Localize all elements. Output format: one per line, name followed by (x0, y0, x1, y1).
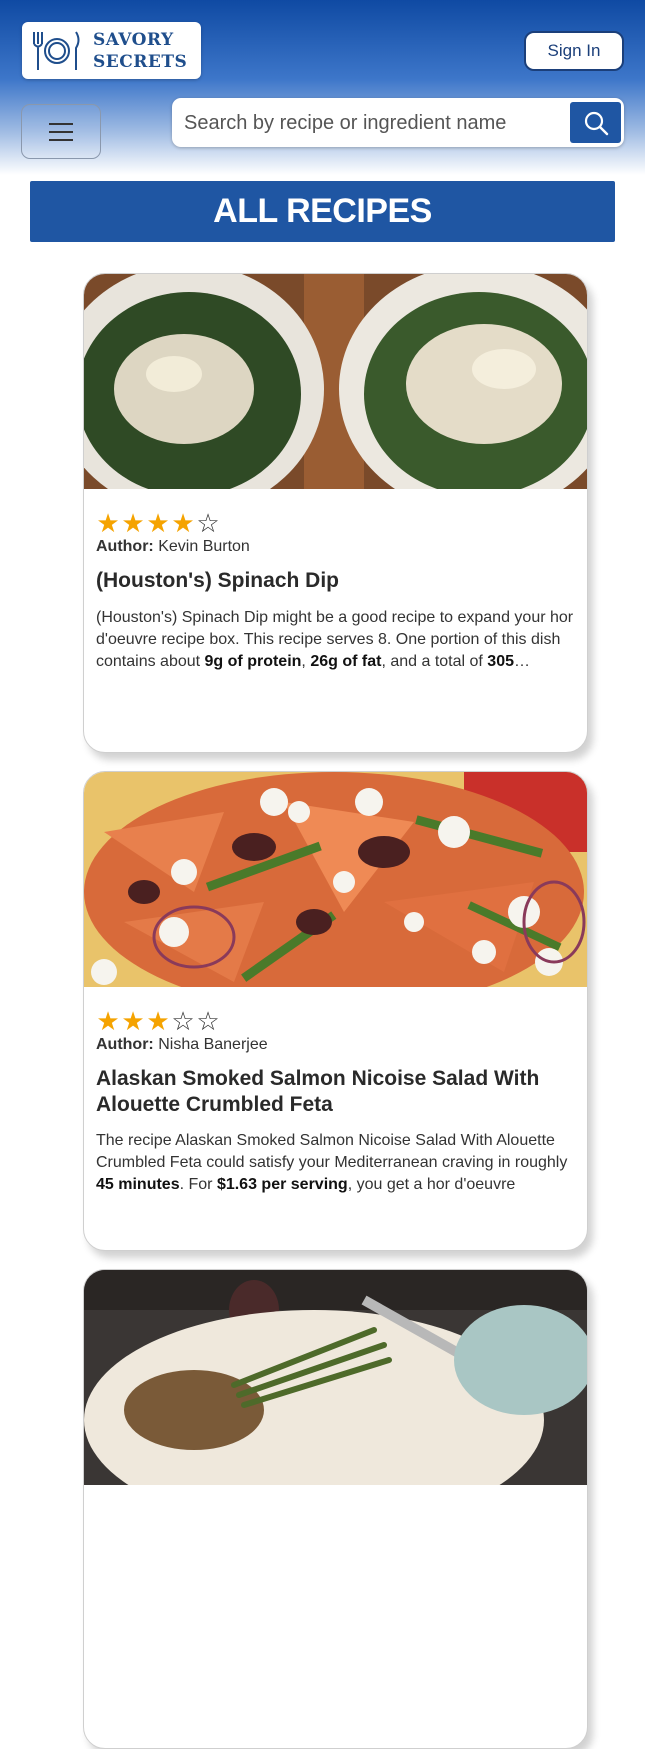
desc-text: , (301, 653, 311, 670)
recipe-card[interactable] (83, 1269, 588, 1749)
recipe-card[interactable]: ★ ★ ★ ★ ☆ Author: Kevin Burton (Houston's) S… (83, 273, 588, 753)
recipe-image-salmon-salad[interactable] (84, 772, 587, 987)
plate-cutlery-icon (33, 30, 80, 70)
rating-stars: ★ ★ ★ ☆ ☆ (96, 1008, 220, 1034)
star-empty-icon: ☆ (171, 1006, 195, 1036)
recipe-title[interactable]: Alaskan Smoked Salmon Nicoise Salad With… (96, 1066, 576, 1118)
desc-price: $1.63 per serving (216, 1176, 348, 1193)
site-logo[interactable]: SAVORY SECRETS (22, 22, 201, 79)
page-title: ALL RECIPES (30, 181, 615, 242)
search-bar (172, 98, 624, 149)
hamburger-icon-bar (49, 130, 73, 133)
sign-in-button[interactable]: Sign In (524, 31, 624, 71)
hamburger-icon-bar (49, 138, 73, 141)
star-filled-icon: ★ (121, 508, 145, 538)
desc-text: , you get a hor d'oeuvre (347, 1176, 516, 1193)
star-filled-icon: ★ (171, 508, 195, 538)
author-name: Kevin Burton (158, 538, 250, 555)
star-filled-icon: ★ (96, 1006, 120, 1036)
desc-protein: 9g of protein (204, 653, 302, 670)
hamburger-icon-bar (49, 122, 73, 125)
star-empty-icon: ☆ (196, 1006, 220, 1036)
rating-stars: ★ ★ ★ ★ ☆ (96, 510, 220, 536)
star-filled-icon: ★ (146, 508, 170, 538)
logo-line-1: SAVORY (93, 29, 174, 50)
recipe-author: Author: Kevin Burton (96, 538, 250, 556)
author-name: Nisha Banerjee (158, 1036, 268, 1053)
star-filled-icon: ★ (96, 508, 120, 538)
logo-line-2: SECRETS (93, 51, 188, 72)
desc-text: The recipe Alaskan Smoked Salmon Nicoise… (96, 1132, 568, 1171)
author-label: Author: (96, 538, 154, 555)
author-label: Author: (96, 1036, 154, 1053)
header: SAVORY SECRETS Sign In (0, 0, 645, 175)
recipe-description: (Houston's) Spinach Dip might be a good … (96, 607, 574, 673)
desc-text: , and a total of (381, 653, 488, 670)
star-empty-icon: ☆ (196, 508, 220, 538)
star-filled-icon: ★ (146, 1006, 170, 1036)
desc-text: . For (179, 1176, 217, 1193)
recipe-author: Author: Nisha Banerjee (96, 1036, 268, 1054)
recipe-image-asparagus-dish[interactable] (84, 1270, 587, 1485)
recipe-title[interactable]: (Houston's) Spinach Dip (96, 568, 576, 594)
search-button[interactable] (570, 102, 621, 143)
logo-text: SAVORY SECRETS (93, 29, 187, 73)
star-filled-icon: ★ (121, 1006, 145, 1036)
desc-time: 45 minutes (96, 1176, 180, 1193)
search-icon (584, 111, 608, 135)
search-input[interactable] (182, 98, 571, 149)
recipe-description: The recipe Alaskan Smoked Salmon Nicoise… (96, 1130, 574, 1196)
menu-button[interactable] (21, 104, 101, 159)
desc-fat: 26g of fat (310, 653, 382, 670)
recipe-card[interactable]: ★ ★ ★ ☆ ☆ Author: Nisha Banerjee Alaskan Smo… (83, 771, 588, 1251)
recipe-image-spinach-dip[interactable] (84, 274, 587, 489)
